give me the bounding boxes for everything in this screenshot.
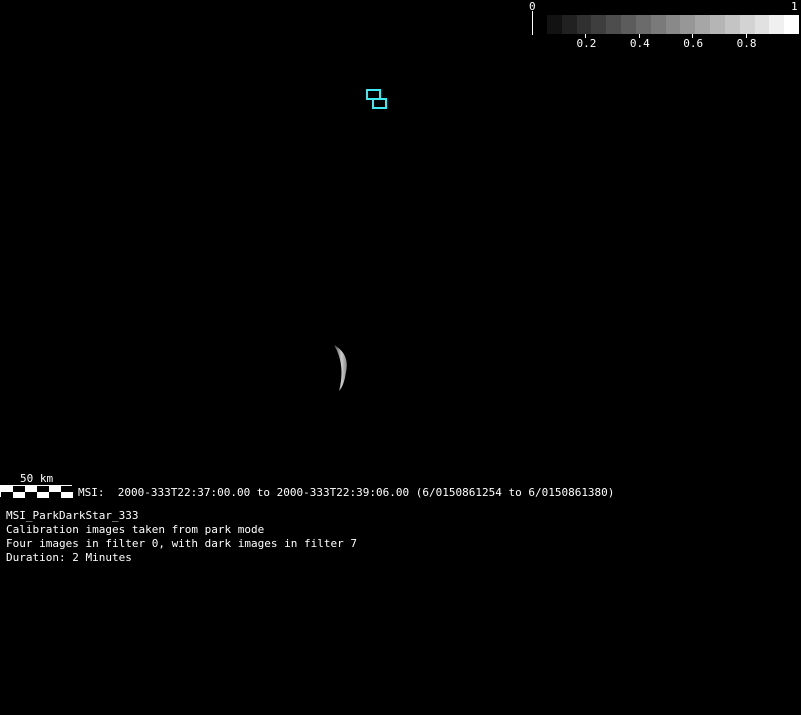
scalebar-label: 50 km: [20, 472, 54, 485]
colorbar-tick-label: 0.4: [629, 37, 650, 50]
observation-description-2: Four images in filter 0, with dark image…: [6, 537, 357, 550]
colorbar-step: [695, 15, 711, 34]
colorbar-step: [680, 15, 696, 34]
scalebar-cell: [13, 492, 25, 498]
scalebar-cell: [49, 492, 61, 498]
colorbar-min-label: 0: [529, 0, 536, 13]
eros-crescent: [334, 345, 347, 391]
colorbar-step: [754, 15, 770, 34]
colorbar-step: [561, 15, 577, 34]
colorbar-axis-line: [532, 11, 533, 35]
colorbar-step: [591, 15, 607, 34]
observation-time-range: MSI: 2000-333T22:37:00.00 to 2000-333T22…: [78, 486, 615, 499]
colorbar-tick-label: 0.2: [576, 37, 597, 50]
colorbar-step: [621, 15, 636, 34]
scalebar-cell: [25, 492, 37, 498]
observation-name: MSI_ParkDarkStar_333: [6, 509, 139, 522]
observation-description-1: Calibration images taken from park mode: [6, 523, 265, 536]
scalebar: [0, 485, 73, 498]
colorbar-step: [576, 15, 592, 34]
colorbar-step: [769, 15, 785, 34]
observation-description-3: Duration: 2 Minutes: [6, 551, 132, 564]
colorbar-step: [606, 15, 622, 34]
scalebar-cell: [37, 492, 49, 498]
colorbar-tick-label: 0.8: [736, 37, 757, 50]
colorbar-step: [665, 15, 681, 34]
colorbar-tick-label: 0.6: [683, 37, 704, 50]
colorbar: [547, 15, 800, 34]
colorbar-step: [635, 15, 651, 34]
scalebar-cell: [1, 492, 13, 498]
colorbar-max-label: 1: [791, 0, 798, 13]
scalebar-cell: [61, 492, 73, 498]
colorbar-step: [650, 15, 666, 34]
colorbar-step: [739, 15, 755, 34]
colorbar-step: [547, 15, 562, 34]
colorbar-step: [724, 15, 740, 34]
colorbar-step: [784, 15, 800, 34]
colorbar-step: [710, 15, 725, 34]
image-footprint-2: [372, 98, 387, 109]
